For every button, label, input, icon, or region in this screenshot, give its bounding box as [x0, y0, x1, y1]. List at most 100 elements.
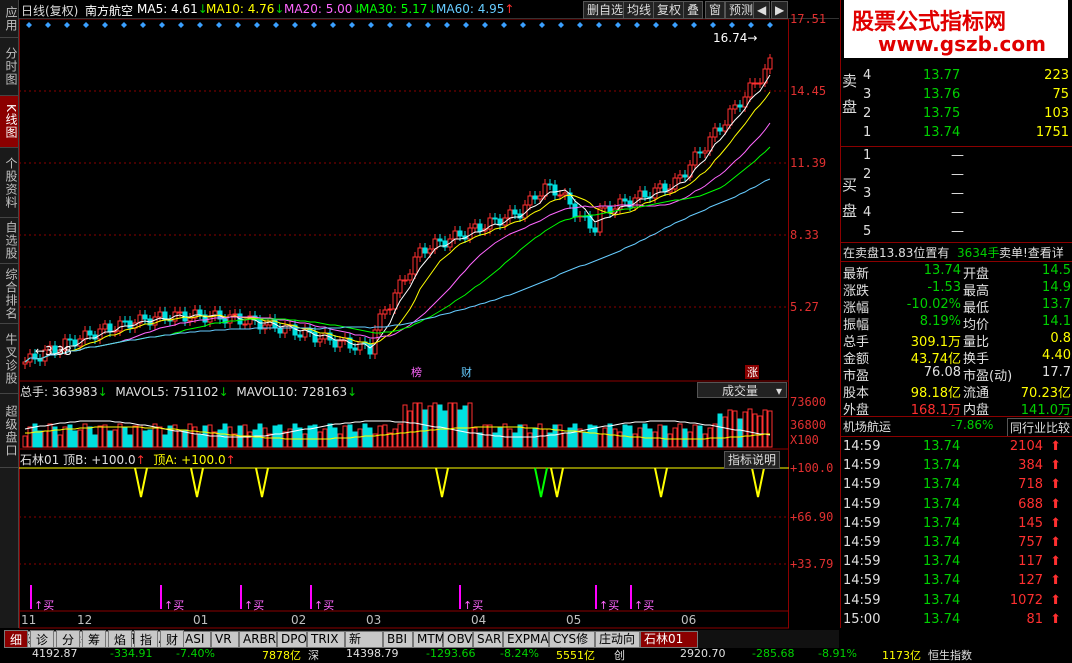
volume-bar	[192, 426, 198, 448]
right-tab-2[interactable]: 分	[56, 630, 80, 648]
header-button-6[interactable]: ◀	[753, 1, 771, 19]
candle-body	[532, 195, 538, 200]
quote-value: 8.19%	[919, 314, 961, 329]
volume-bar	[122, 426, 128, 448]
left-tab-4[interactable]: 自选股	[0, 218, 18, 264]
buy-row[interactable]: 3—	[841, 186, 1072, 203]
header-button-1[interactable]: 均线	[623, 1, 656, 19]
signal-diamond	[501, 22, 507, 28]
candle-body	[142, 314, 148, 320]
indicator-tab-12[interactable]: OBV	[443, 631, 473, 648]
indicator-tab-9[interactable]: 新DMA	[345, 631, 383, 661]
signal-diamond	[691, 22, 697, 28]
candle-body	[407, 273, 413, 281]
sell-row[interactable]: 1 13.74 1751	[841, 125, 1072, 142]
volume-bar	[397, 423, 403, 448]
sell-alert[interactable]: 在卖盘13.83位置有 3634手 卖单!查看详	[841, 244, 1072, 261]
signal-diamond	[653, 22, 659, 28]
candle-body	[177, 311, 183, 314]
left-tab-7[interactable]: 超级盘口	[0, 394, 18, 468]
ma30-label: MA30: 5.17↓	[359, 2, 438, 16]
indicator-tab-15[interactable]: CYS修改	[549, 631, 595, 661]
header-button-0[interactable]: 删自选	[583, 1, 628, 19]
left-tab-2[interactable]: K线图	[0, 96, 18, 148]
header-button-4[interactable]: 窗	[705, 1, 726, 19]
candle-body	[317, 338, 323, 343]
header-button-2[interactable]: 复权	[653, 1, 686, 19]
right-tab-4[interactable]: 焰	[108, 630, 132, 648]
indicator-tab-14[interactable]: EXPMA	[503, 631, 549, 648]
header-button-3[interactable]: 叠	[683, 1, 704, 19]
status-item: -334.91	[110, 647, 153, 660]
candle-body	[512, 209, 518, 215]
tick-price: 13.74	[923, 611, 961, 627]
left-tab-1[interactable]: 分时图	[0, 38, 18, 96]
arrow-up-icon: ⬆	[1050, 592, 1061, 608]
sell-level: 2	[863, 106, 872, 121]
header-button-7[interactable]: ▶	[771, 1, 789, 19]
volume-bar	[212, 431, 218, 448]
kline-chart[interactable]: 16.74→←3.38榜财涨↑买 ↑买 ↑买 ↑买 ↑买 ↑买 ↑买11 12 01 02 03 04…	[19, 19, 839, 629]
volume-bar	[752, 413, 758, 448]
ma5-label: MA5: 4.61↓	[137, 2, 208, 16]
volume-bar	[582, 432, 588, 448]
buy-row[interactable]: 4—	[841, 205, 1072, 222]
volume-bar	[417, 402, 423, 448]
indicator-tick-label: +100.0	[790, 461, 834, 475]
stock-name: 南方航空	[85, 4, 134, 18]
mavol5-label: MAVOL5: 751102	[115, 385, 219, 399]
volume-bar	[217, 429, 223, 448]
signal-diamond	[254, 22, 260, 28]
arrow-up-icon: ⬆	[1050, 477, 1061, 493]
indicator-tab-10[interactable]: BBI	[383, 631, 413, 648]
volume-bar	[737, 418, 743, 448]
indicator-tab-6[interactable]: ARBR	[239, 631, 277, 648]
indicator-help-button[interactable]: 指标说明	[724, 451, 781, 469]
volume-bar	[112, 429, 118, 448]
volume-bar	[602, 427, 608, 448]
sell-row[interactable]: 4 13.77 223	[841, 68, 1072, 85]
candle-body	[592, 227, 598, 233]
tick-volume: 81	[1026, 611, 1043, 627]
signal-diamond	[634, 22, 640, 28]
period-label[interactable]: 日线(复权)	[21, 2, 78, 19]
volume-bar	[302, 433, 308, 448]
volume-bar	[342, 425, 348, 448]
sell-price: 13.75	[923, 106, 961, 121]
indicator-tab-11[interactable]: MTM	[413, 631, 445, 648]
indicator-tab-13[interactable]: SAR	[473, 631, 503, 648]
left-tab-5[interactable]: 综合排名	[0, 264, 18, 324]
indicator-tab-16[interactable]: 庄动向	[595, 631, 640, 648]
right-tab-5[interactable]: 指	[134, 630, 158, 648]
indicator-tab-8[interactable]: TRIX	[307, 631, 345, 648]
candle-body	[387, 308, 393, 311]
indicator-tab-4[interactable]: ASI	[181, 631, 211, 648]
volume-bar	[357, 428, 363, 448]
candle-body	[727, 108, 733, 126]
volume-dropdown[interactable]: 成交量 ▾	[697, 382, 787, 398]
left-tab-6[interactable]: 牛叉诊股	[0, 324, 18, 394]
signal-diamond	[368, 22, 374, 28]
right-tab-3[interactable]: 筹	[82, 630, 106, 648]
left-tab-0[interactable]: 应用	[0, 0, 18, 38]
status-bar: 4192.87 -334.91 -7.40% 7878亿深 14398.79 -1293.…	[0, 647, 1072, 662]
right-tab-0[interactable]: 细	[4, 630, 28, 648]
volume-bar	[652, 431, 658, 448]
candle-body	[682, 174, 688, 178]
volume-bar	[137, 424, 143, 448]
signal-diamond	[197, 22, 203, 28]
candle-body	[117, 320, 123, 332]
signal-diamond	[558, 22, 564, 28]
buy-signal-label: ↑买	[599, 599, 619, 612]
status-item: -7.40%	[176, 647, 215, 660]
volume-bar	[72, 430, 78, 448]
indicator-tab-7[interactable]: DPO	[277, 631, 307, 648]
right-tab-6[interactable]: 财	[160, 630, 184, 648]
indicator-tab-17[interactable]: 石林01	[640, 631, 698, 648]
left-tab-3[interactable]: 个股资料	[0, 148, 18, 218]
sell-row[interactable]: 2 13.75 103	[841, 106, 1072, 123]
volume-title: 总手: 363983	[20, 385, 98, 399]
indicator-tab-5[interactable]: VR	[211, 631, 239, 648]
volume-bar	[387, 432, 393, 448]
right-tab-1[interactable]: 诊	[30, 630, 54, 648]
